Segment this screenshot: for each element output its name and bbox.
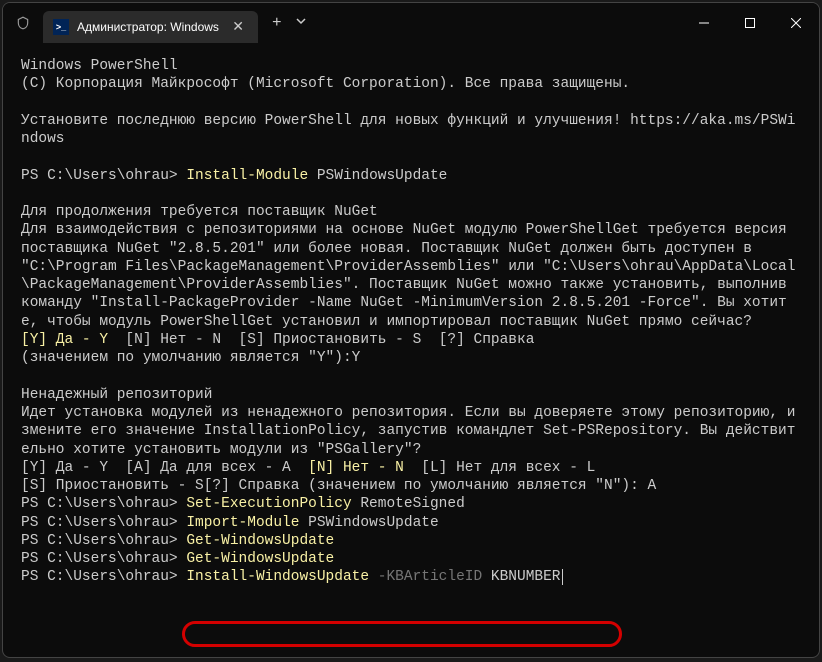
command: Import-Module xyxy=(186,515,299,531)
answer: A xyxy=(648,478,657,494)
command: Install-WindowsUpdate xyxy=(186,569,369,585)
command-arg: KBNUMBER xyxy=(482,569,560,585)
option-suspend: [S] Приостановить - S xyxy=(21,478,204,494)
option-no: [N] Нет - N xyxy=(108,332,239,348)
command: Get-WindowsUpdate xyxy=(186,533,334,549)
command: Install-Module xyxy=(186,168,308,184)
command-arg: PSWindowsUpdate xyxy=(308,168,447,184)
tab-active[interactable]: >_ Администратор: Windows Pc ✕ xyxy=(43,11,258,43)
command: Get-WindowsUpdate xyxy=(186,551,334,567)
default-prompt: (значением по умолчанию является "Y"): xyxy=(21,350,352,366)
section-body: Для взаимодействия с репозиториями на ос… xyxy=(21,222,795,329)
answer: Y xyxy=(352,350,361,366)
option-help: [?] Справка xyxy=(439,332,535,348)
window-controls xyxy=(681,3,819,43)
section-title: Ненадежный репозиторий xyxy=(21,387,212,403)
prompt: PS C:\Users\ohrau> xyxy=(21,496,186,512)
prompt: PS C:\Users\ohrau> xyxy=(21,569,186,585)
cursor xyxy=(562,569,563,585)
prompt: PS C:\Users\ohrau> xyxy=(21,533,186,549)
shield-icon xyxy=(3,16,43,30)
terminal-window: >_ Администратор: Windows Pc ✕ + Windows… xyxy=(2,2,820,658)
maximize-button[interactable] xyxy=(727,3,773,43)
minimize-button[interactable] xyxy=(681,3,727,43)
option-suspend: [S] Приостановить - S xyxy=(239,332,439,348)
command-param: -KBArticleID xyxy=(369,569,482,585)
section-body: Идет установка модулей из ненадежного ре… xyxy=(21,405,795,458)
terminal-output[interactable]: Windows PowerShell (C) Корпорация Майкро… xyxy=(3,43,819,657)
option-none: [L] Нет для всех - L xyxy=(404,460,595,476)
ps-copyright: (C) Корпорация Майкрософт (Microsoft Cor… xyxy=(21,76,630,92)
prompt: PS C:\Users\ohrau> xyxy=(21,515,186,531)
option-no: [N] Нет - N xyxy=(308,460,404,476)
prompt: PS C:\Users\ohrau> xyxy=(21,551,186,567)
default-prompt: (значением по умолчанию является "N"): xyxy=(308,478,647,494)
close-window-button[interactable] xyxy=(773,3,819,43)
ps-notice: Установите последнюю версию PowerShell д… xyxy=(21,113,795,147)
option-yes: [Y] Да - Y xyxy=(21,332,108,348)
ps-header: Windows PowerShell xyxy=(21,58,178,74)
command: Set-ExecutionPolicy xyxy=(186,496,351,512)
prompt: PS C:\Users\ohrau> xyxy=(21,168,186,184)
command-arg: PSWindowsUpdate xyxy=(299,515,438,531)
command-arg: RemoteSigned xyxy=(352,496,465,512)
option-all: [A] Да для всех - A xyxy=(125,460,308,476)
new-tab-button[interactable]: + xyxy=(258,14,296,32)
tab-dropdown-button[interactable] xyxy=(296,16,306,30)
highlight-annotation xyxy=(182,621,622,647)
titlebar[interactable]: >_ Администратор: Windows Pc ✕ + xyxy=(3,3,819,43)
tab-title: Администратор: Windows Pc xyxy=(77,20,220,34)
section-title: Для продолжения требуется поставщик NuGe… xyxy=(21,204,378,220)
powershell-icon: >_ xyxy=(53,19,69,35)
option-help: [?] Справка xyxy=(204,478,308,494)
option-yes: [Y] Да - Y xyxy=(21,460,125,476)
close-tab-button[interactable]: ✕ xyxy=(228,17,248,38)
